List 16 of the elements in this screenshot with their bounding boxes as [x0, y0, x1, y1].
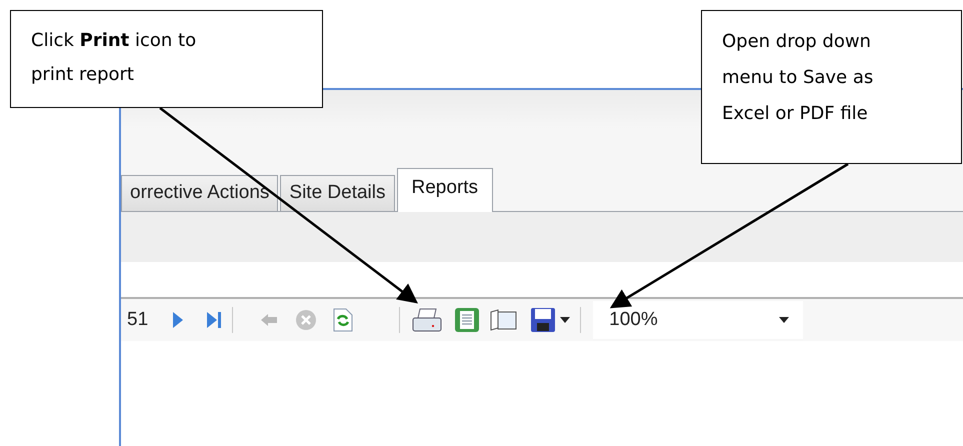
page-number: 51 — [127, 308, 148, 332]
caret-icon[interactable] — [779, 317, 790, 323]
last-page-icon[interactable] — [206, 311, 222, 329]
next-page-icon[interactable] — [172, 311, 184, 329]
page-setup-icon[interactable] — [454, 307, 480, 333]
print-icon[interactable] — [412, 308, 442, 332]
refresh-icon[interactable] — [333, 308, 354, 332]
save-icon[interactable] — [530, 307, 556, 333]
tab[interactable]: Site Details — [280, 175, 395, 211]
caret-icon[interactable] — [560, 317, 570, 323]
callout-text: Click Print icon to print report — [31, 29, 198, 87]
tab[interactable]: Reports — [396, 168, 494, 212]
book-icon[interactable] — [490, 309, 518, 331]
zoom-select[interactable]: 100% — [593, 301, 804, 339]
callout-text: Open drop down menu to Save as Excel or PDF file — [722, 30, 874, 126]
tab[interactable]: orrective Actions — [121, 175, 278, 211]
